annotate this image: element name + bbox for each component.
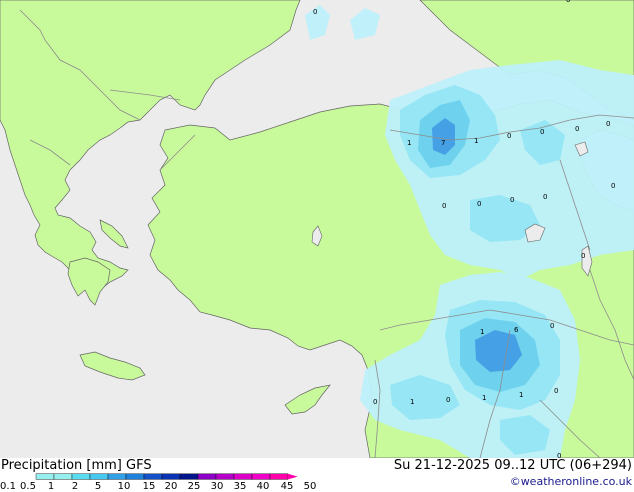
map-value-label: 7 xyxy=(441,139,445,147)
map-value-label: 0 xyxy=(575,125,579,133)
map-value-label: 1 xyxy=(480,328,484,336)
map-value-label: 0 xyxy=(313,8,317,16)
credit-link[interactable]: ©weatheronline.co.uk xyxy=(510,476,632,488)
map-value-label: 1 xyxy=(482,394,486,402)
map-value-label: 0 xyxy=(554,387,558,395)
scale-swatch xyxy=(269,473,289,480)
scale-swatch xyxy=(35,473,55,480)
map-value-label: 0 xyxy=(581,252,585,260)
scale-swatch xyxy=(179,473,199,480)
map-value-label: 0 xyxy=(550,322,554,330)
map-value-label: 1 xyxy=(407,139,411,147)
scale-swatch xyxy=(161,473,181,480)
map-value-label: 0 xyxy=(611,182,615,190)
map-value-label: 1 xyxy=(410,398,414,406)
map-value-label: 1 xyxy=(519,391,523,399)
variable-label: Precipitation [mm] xyxy=(1,458,122,473)
map-value-label: 0 xyxy=(446,396,450,404)
map-value-label: 0 xyxy=(507,132,511,140)
scale-swatch xyxy=(251,473,271,480)
scale-tick-label: 50 xyxy=(303,481,317,492)
scale-overflow-arrow xyxy=(288,473,298,480)
scale-tick-label: 35 xyxy=(233,481,247,492)
scale-tick-label: 0.5 xyxy=(20,481,36,492)
scale-tick-label: 5 xyxy=(94,481,102,492)
map-value-label: 1 xyxy=(474,137,478,145)
model-label: GFS xyxy=(126,458,152,473)
map-value-label: 0 xyxy=(566,0,570,4)
precipitation-map: 0 1 7 1 0 0 0 0 0 0 0 0 0 0 0 1 6 0 0 1 … xyxy=(0,0,634,458)
map-value-label: 0 xyxy=(543,193,547,201)
scale-tick-label: 40 xyxy=(256,481,270,492)
run-time-label: Su 21-12-2025 09..12 UTC (06+294) xyxy=(393,458,632,473)
map-value-label: 0 xyxy=(606,120,610,128)
scale-tick-label: 25 xyxy=(187,481,201,492)
scale-tick-label: 15 xyxy=(142,481,156,492)
map-value-label: 6 xyxy=(514,326,519,334)
scale-swatch xyxy=(197,473,217,480)
legend-title: Precipitation [mm] GFS xyxy=(1,459,152,472)
scale-swatch xyxy=(107,473,127,480)
scale-tick-label: 0.1 xyxy=(0,481,16,492)
scale-swatch xyxy=(215,473,235,480)
scale-tick-label: 10 xyxy=(117,481,131,492)
scale-swatch xyxy=(89,473,109,480)
scale-tick-label: 20 xyxy=(164,481,178,492)
scale-tick-label: 1 xyxy=(47,481,55,492)
scale-swatch xyxy=(53,473,73,480)
scale-swatch xyxy=(125,473,145,480)
map-value-label: 0 xyxy=(373,398,377,406)
scale-swatch xyxy=(233,473,253,480)
color-scale-bar xyxy=(35,473,298,480)
scale-tick-label: 30 xyxy=(210,481,224,492)
scale-tick-label: 2 xyxy=(71,481,79,492)
map-value-label: 0 xyxy=(477,200,481,208)
scale-swatch xyxy=(71,473,91,480)
map-value-label: 0 xyxy=(442,202,446,210)
map-value-label: 0 xyxy=(540,128,544,136)
map-value-label: 0 xyxy=(510,196,514,204)
scale-swatch xyxy=(143,473,163,480)
scale-tick-label: 45 xyxy=(280,481,294,492)
